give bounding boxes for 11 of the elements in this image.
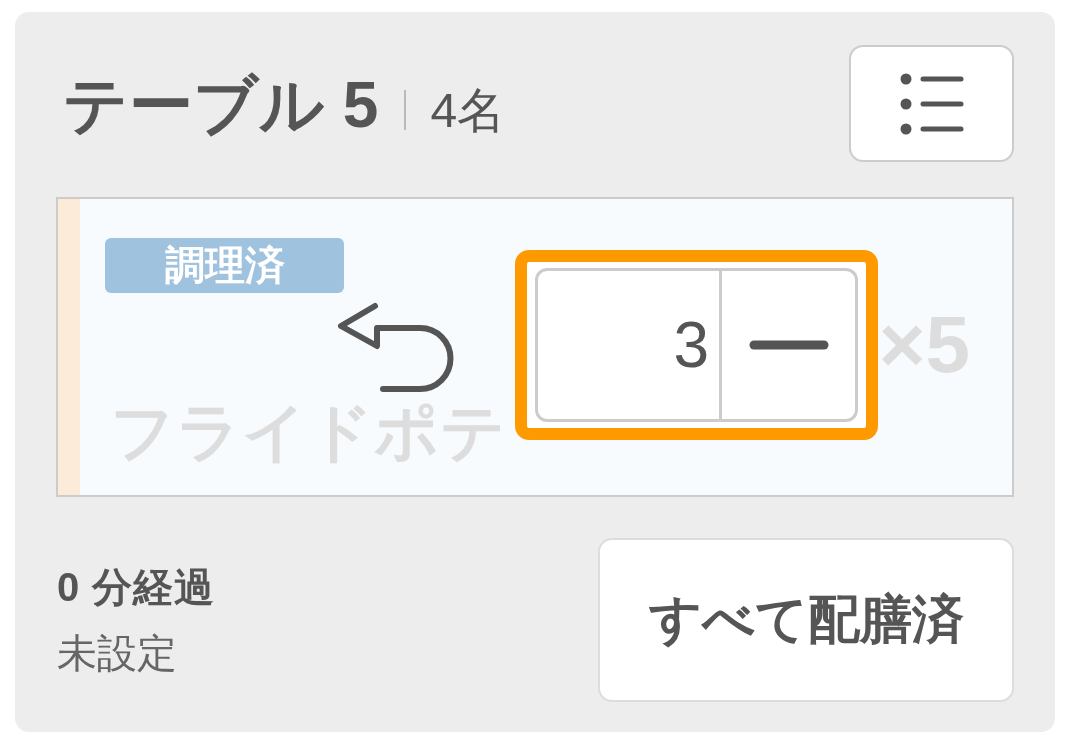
guest-count: 4名 [430,83,506,139]
elapsed-time: 0 分経過 [57,564,216,611]
minus-icon [748,340,829,350]
menu-button[interactable] [849,45,1014,162]
minus-button[interactable] [722,268,858,422]
quantity-field[interactable]: 3 [535,268,722,422]
serve-all-button[interactable]: すべて配膳済 [598,538,1014,702]
note-text: 未設定 [57,630,178,677]
menu-icon [899,72,964,135]
status-label: 調理済 [105,238,344,293]
table-name: テーブル 5 [63,68,379,143]
